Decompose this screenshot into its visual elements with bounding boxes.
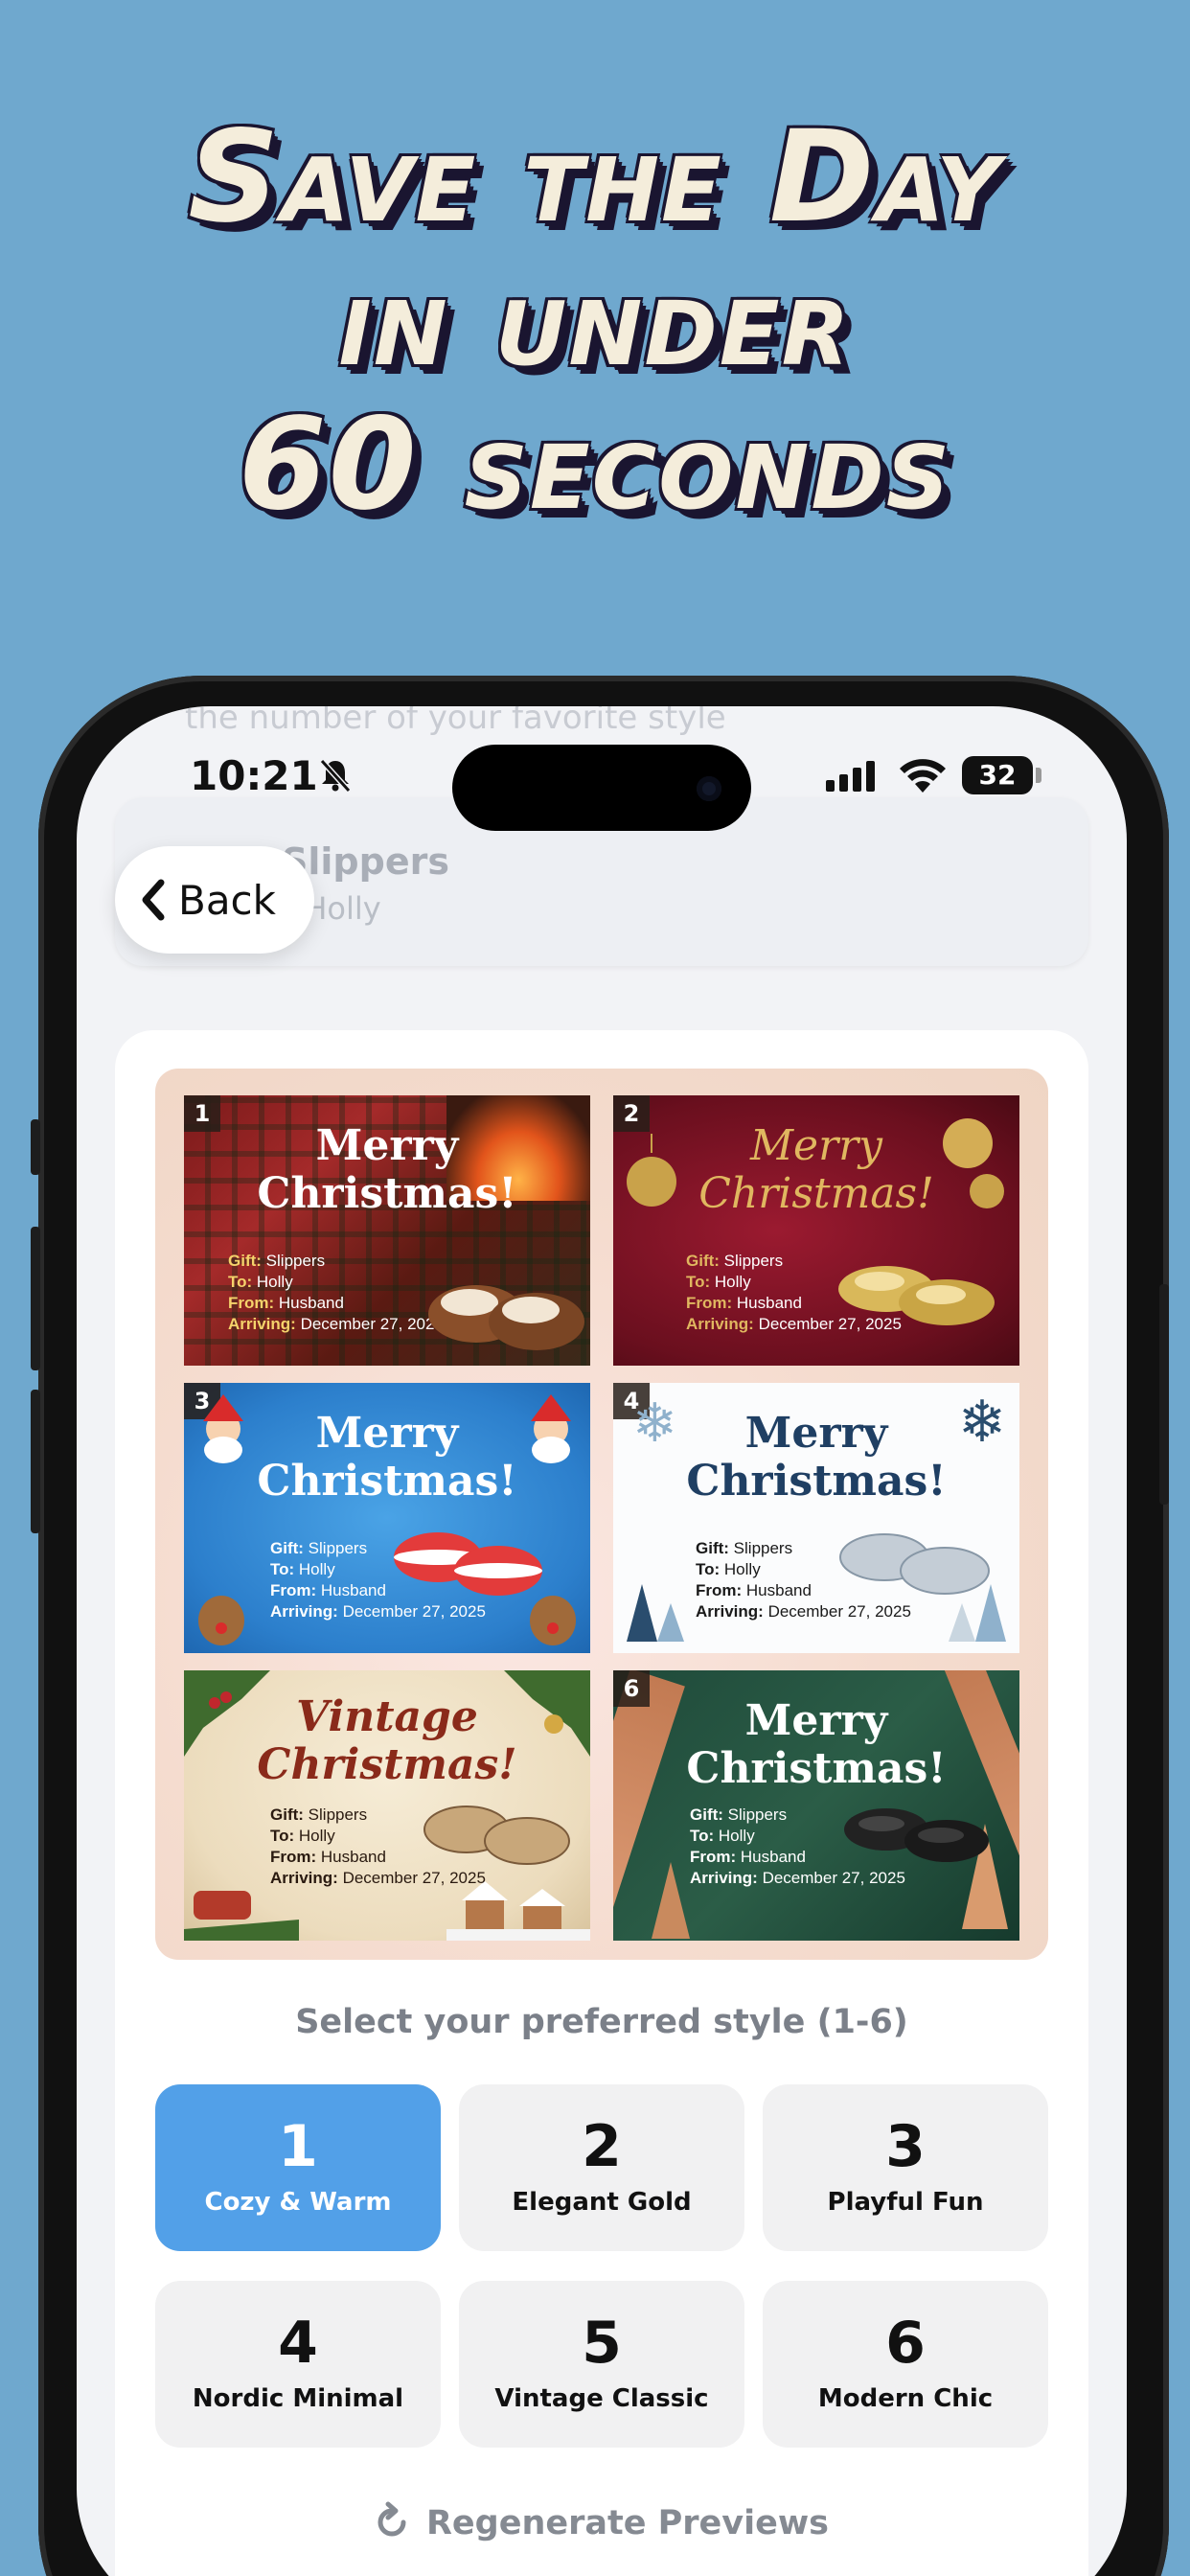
preview-grid: 1 Merry Christmas! Gift: Slippers To: Ho… [155,1069,1048,1960]
style-button-1[interactable]: 1 Cozy & Warm [155,2084,441,2251]
tile-title: Merry Christmas! [257,1121,517,1218]
select-style-label: Select your preferred style (1-6) [295,2003,908,2041]
refresh-icon [378,2501,406,2537]
tile-details: Gift: Slippers To: Holly From: Husband A… [228,1252,444,1333]
phone-volume-down [31,1390,40,1533]
preview-tile-4[interactable]: 4 ❄ ❄ Merry Christmas! Gift: Slippers To… [613,1383,1019,1653]
tile-title: Merry Christmas! [698,1121,934,1218]
style-name: Nordic Minimal [192,2384,404,2413]
wifi-icon [900,759,946,793]
style-button-4[interactable]: 4 Nordic Minimal [155,2281,441,2448]
tile-title: Merry Christmas! [257,1409,517,1506]
instruction-hint: the number of your favorite style [185,706,726,737]
preview-tile-1[interactable]: 1 Merry Christmas! Gift: Slippers To: Ho… [184,1095,590,1366]
back-label: Back [178,876,276,924]
style-number: 6 [885,2310,926,2377]
headline-line-2: in under [338,247,852,395]
style-button-2[interactable]: 2 Elegant Gold [459,2084,744,2251]
preview-tile-3[interactable]: 3 Merry Christmas! Gift: Slippers To: Ho… [184,1383,590,1653]
style-number: 3 [885,2113,926,2180]
style-number: 5 [582,2310,622,2377]
slippers-image [394,1532,542,1596]
style-name: Vintage Classic [494,2384,709,2413]
style-number: 4 [278,2310,318,2377]
headline-line-1: Save the Day [188,104,1002,251]
headline-line-3: 60 seconds [238,391,952,539]
silent-bell-icon [319,758,352,794]
regenerate-label: Regenerate Previews [425,2504,830,2542]
style-name: Elegant Gold [512,2188,692,2217]
slippers-image [838,1266,995,1325]
slippers-image [428,1285,584,1350]
style-name: Modern Chic [817,2384,994,2413]
tree-icon [627,1584,684,1642]
phone-screen: the number of your favorite style Slippe… [77,706,1127,2576]
tile-title: Merry Christmas! [686,1409,947,1506]
preview-tile-6[interactable]: 6 Merry Christmas! Gift: Slippers To: Ho… [613,1670,1019,1941]
promo-headline: Save the Day in under 60 seconds [0,105,1190,537]
style-button-6[interactable]: 6 Modern Chic [763,2281,1048,2448]
reindeer-icon [198,1596,244,1645]
chevron-left-icon [142,879,165,921]
style-name: Playful Fun [827,2188,984,2217]
regenerate-previews-button[interactable]: Regenerate Previews [115,2501,1088,2542]
phone-volume-up [31,1227,40,1370]
phone-action-button [31,1119,40,1175]
style-name: Cozy & Warm [204,2188,392,2217]
tile-title: Vintage Christmas! [257,1692,517,1789]
back-button[interactable]: Back [115,846,314,954]
battery-indicator: 32 [962,756,1033,794]
style-button-3[interactable]: 3 Playful Fun [763,2084,1048,2251]
slippers-image [423,1806,570,1865]
battery-cap [1036,768,1041,783]
cellular-signal-icon [826,761,875,792]
tile-title: Merry Christmas! [686,1696,947,1793]
phone-power-button [1159,1284,1169,1505]
style-button-5[interactable]: 5 Vintage Classic [459,2281,744,2448]
style-picker-card: 1 Merry Christmas! Gift: Slippers To: Ho… [115,1030,1088,2576]
status-time: 10:21 [190,752,318,799]
camera-icon [697,776,721,801]
dynamic-island [452,745,751,831]
style-number: 2 [582,2113,622,2180]
slippers-image [839,1533,990,1595]
preview-tile-2[interactable]: 2 Merry Christmas! Gift: Slippers To: Ho… [613,1095,1019,1366]
preview-tile-5[interactable]: 5 Vintage Christmas! Gift: Slippers To: … [184,1670,590,1941]
style-number: 1 [278,2113,318,2180]
slippers-image [844,1808,989,1862]
